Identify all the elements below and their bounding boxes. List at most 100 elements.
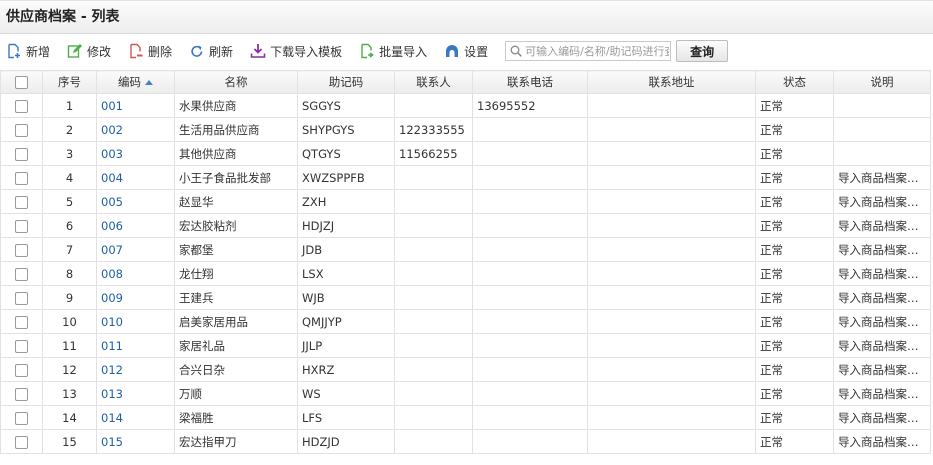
- table-row[interactable]: 14 014 梁福胜 LFS 正常 导入商品档案时...: [0, 405, 931, 430]
- select-all-checkbox-cell[interactable]: [0, 70, 43, 94]
- table-row[interactable]: 10 010 启美家居用品 QMJJYP 正常 导入商品档案时...: [0, 309, 931, 334]
- row-phone: [472, 237, 588, 262]
- download-template-button[interactable]: 下载导入模板: [250, 43, 342, 60]
- row-code-link[interactable]: 009: [96, 285, 175, 310]
- row-code-link[interactable]: 010: [96, 309, 175, 334]
- settings-button[interactable]: 设置: [444, 43, 488, 60]
- row-code-link[interactable]: 015: [96, 429, 175, 454]
- col-header-code[interactable]: 编码: [96, 70, 175, 94]
- row-checkbox[interactable]: [15, 339, 28, 353]
- edit-icon: [67, 43, 83, 59]
- row-phone: [472, 261, 588, 286]
- row-code-link[interactable]: 006: [96, 213, 175, 238]
- col-header-status[interactable]: 状态: [755, 70, 834, 94]
- row-checkbox-cell[interactable]: [0, 189, 43, 214]
- row-address: [587, 237, 756, 262]
- row-phone: [472, 285, 588, 310]
- row-checkbox[interactable]: [15, 171, 28, 185]
- delete-button[interactable]: 删除: [128, 43, 172, 60]
- row-code-link[interactable]: 014: [96, 405, 175, 430]
- table-row[interactable]: 4 004 小王子食品批发部 XWZSPPFB 正常 导入商品档案时...: [0, 165, 931, 190]
- row-checkbox-cell[interactable]: [0, 117, 43, 142]
- delete-label: 删除: [148, 44, 173, 59]
- row-checkbox-cell[interactable]: [0, 237, 43, 262]
- row-remark: [833, 141, 931, 166]
- row-status: 正常: [755, 117, 834, 142]
- row-checkbox[interactable]: [15, 387, 28, 401]
- table-row[interactable]: 1 001 水果供应商 SGGYS 13695552 正常: [0, 93, 931, 118]
- row-checkbox[interactable]: [15, 411, 28, 425]
- row-checkbox[interactable]: [15, 219, 28, 233]
- table-row[interactable]: 11 011 家居礼品 JJLP 正常 导入商品档案时...: [0, 333, 931, 358]
- col-header-phone[interactable]: 联系电话: [472, 70, 588, 94]
- col-header-address[interactable]: 联系地址: [587, 70, 756, 94]
- row-checkbox-cell[interactable]: [0, 333, 43, 358]
- col-header-remark[interactable]: 说明: [833, 70, 931, 94]
- table-row[interactable]: 13 013 万顺 WS 正常 导入商品档案时...: [0, 381, 931, 406]
- row-checkbox[interactable]: [15, 99, 28, 113]
- row-code-link[interactable]: 008: [96, 261, 175, 286]
- row-checkbox-cell[interactable]: [0, 429, 43, 454]
- row-contact: [394, 357, 473, 382]
- row-checkbox[interactable]: [15, 243, 28, 257]
- row-checkbox[interactable]: [15, 195, 28, 209]
- row-checkbox-cell[interactable]: [0, 141, 43, 166]
- col-header-contact[interactable]: 联系人: [394, 70, 473, 94]
- row-name: 宏达指甲刀: [174, 429, 298, 454]
- query-button[interactable]: 查询: [676, 40, 729, 62]
- table-row[interactable]: 15 015 宏达指甲刀 HDZJD 正常 导入商品档案时...: [0, 429, 931, 454]
- row-checkbox-cell[interactable]: [0, 357, 43, 382]
- row-checkbox-cell[interactable]: [0, 261, 43, 286]
- row-checkbox[interactable]: [15, 123, 28, 137]
- row-checkbox-cell[interactable]: [0, 213, 43, 238]
- col-header-seq[interactable]: 序号: [42, 70, 97, 94]
- batch-import-button[interactable]: 批量导入: [359, 43, 427, 60]
- import-icon: [359, 43, 375, 59]
- table-row[interactable]: 3 003 其他供应商 QTGYS 11566255 正常: [0, 141, 931, 166]
- row-code-link[interactable]: 003: [96, 141, 175, 166]
- row-checkbox[interactable]: [15, 291, 28, 305]
- table-row[interactable]: 8 008 龙仕翔 LSX 正常 导入商品档案时...: [0, 261, 931, 286]
- table-row[interactable]: 2 002 生活用品供应商 SHYPGYS 122333555 正常: [0, 117, 931, 142]
- edit-button[interactable]: 修改: [67, 43, 111, 60]
- table-row[interactable]: 7 007 家都堡 JDB 正常 导入商品档案时...: [0, 237, 931, 262]
- row-checkbox-cell[interactable]: [0, 309, 43, 334]
- refresh-button[interactable]: 刷新: [189, 43, 233, 60]
- table-row[interactable]: 6 006 宏达胶粘剂 HDJZJ 正常 导入商品档案时...: [0, 213, 931, 238]
- col-header-name[interactable]: 名称: [174, 70, 298, 94]
- row-remark: 导入商品档案时...: [833, 333, 931, 358]
- row-checkbox[interactable]: [15, 435, 28, 449]
- row-code-link[interactable]: 002: [96, 117, 175, 142]
- row-checkbox[interactable]: [15, 315, 28, 329]
- row-code-link[interactable]: 001: [96, 93, 175, 118]
- search-input[interactable]: [525, 42, 670, 60]
- table-row[interactable]: 9 009 王建兵 WJB 正常 导入商品档案时...: [0, 285, 931, 310]
- row-code-link[interactable]: 013: [96, 381, 175, 406]
- row-seq: 13: [42, 381, 97, 406]
- row-contact: [394, 429, 473, 454]
- row-code-link[interactable]: 005: [96, 189, 175, 214]
- row-contact: [394, 189, 473, 214]
- row-phone: [472, 357, 588, 382]
- table-row[interactable]: 12 012 合兴日杂 HXRZ 正常 导入商品档案时...: [0, 357, 931, 382]
- row-checkbox[interactable]: [15, 267, 28, 281]
- row-code-link[interactable]: 012: [96, 357, 175, 382]
- row-seq: 11: [42, 333, 97, 358]
- row-checkbox-cell[interactable]: [0, 381, 43, 406]
- row-checkbox-cell[interactable]: [0, 285, 43, 310]
- row-checkbox-cell[interactable]: [0, 405, 43, 430]
- table-header-row: 序号 编码 名称 助记码 联系人 联系电话 联系地址 状态 说明: [0, 70, 931, 94]
- row-code-link[interactable]: 004: [96, 165, 175, 190]
- row-checkbox[interactable]: [15, 363, 28, 377]
- row-checkbox-cell[interactable]: [0, 93, 43, 118]
- row-code-link[interactable]: 011: [96, 333, 175, 358]
- row-name: 其他供应商: [174, 141, 298, 166]
- add-button[interactable]: 新增: [6, 43, 50, 60]
- col-header-mnemonic[interactable]: 助记码: [297, 70, 395, 94]
- row-code-link[interactable]: 007: [96, 237, 175, 262]
- select-all-checkbox[interactable]: [15, 76, 28, 89]
- row-phone: [472, 165, 588, 190]
- table-row[interactable]: 5 005 赵显华 ZXH 正常 导入商品档案时...: [0, 189, 931, 214]
- row-checkbox-cell[interactable]: [0, 165, 43, 190]
- row-checkbox[interactable]: [15, 147, 28, 161]
